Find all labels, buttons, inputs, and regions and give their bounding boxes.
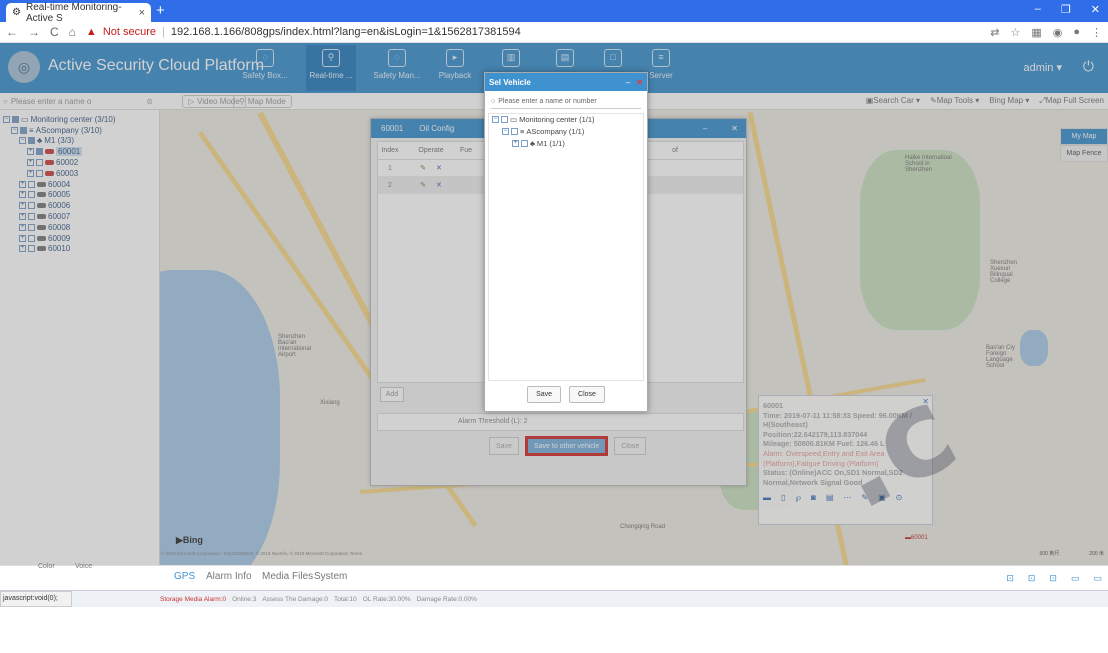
tree-node-group[interactable]: + ♣ M1 (1/1): [492, 137, 595, 149]
extension-icon[interactable]: ▦: [1031, 26, 1041, 39]
vehicle-tree-panel: [488, 113, 644, 381]
close-window-icon[interactable]: ✕: [1091, 3, 1100, 16]
lock-icon[interactable]: ⊡: [1049, 573, 1057, 584]
checkbox[interactable]: [521, 139, 528, 147]
select-vehicle-tree: − ▭ Monitoring center (1/1) − ≡ AScompany (1…: [492, 113, 595, 149]
window-icon[interactable]: ▭: [1093, 573, 1102, 584]
tab-media-files[interactable]: Media Files: [262, 571, 313, 582]
status-bar: Storage Media Alarm:0 Online:3 Assess Th…: [0, 590, 1108, 607]
close-tab-icon[interactable]: ×: [139, 7, 145, 19]
warning-icon: ▲: [85, 26, 97, 38]
tab-alarm-info[interactable]: Alarm Info: [206, 571, 252, 582]
vehicle-search-input[interactable]: ○ Please enter a name or number: [491, 95, 641, 109]
status-online: Online:3: [232, 595, 257, 603]
url-field[interactable]: ▲ Not secure | 192.168.1.166/808gps/inde…: [86, 26, 521, 38]
menu-icon[interactable]: ⋮: [1091, 26, 1102, 39]
translate-icon[interactable]: ⇄: [990, 26, 999, 39]
select-vehicle-title: Sel Vehicle: [489, 77, 531, 87]
expand-icon[interactable]: +: [512, 139, 519, 147]
status-total: Total:10: [333, 595, 357, 603]
tab-system[interactable]: System: [314, 571, 347, 582]
not-secure-label: Not secure: [102, 26, 157, 38]
close-button[interactable]: Close: [569, 386, 605, 403]
checkbox[interactable]: [511, 127, 518, 135]
maximize-icon[interactable]: ❐: [1061, 3, 1071, 16]
favicon-icon: ⚙: [12, 7, 21, 18]
bottom-tabs: Color Voice GPS Alarm Info Media Files S…: [0, 563, 1108, 590]
url-text: 192.168.1.166/808gps/index.html?lang=en&…: [170, 26, 521, 38]
browser-tab-bar: ⚙ Real-time Monitoring-Active S × + – ❐ …: [0, 0, 1108, 24]
extension-icon[interactable]: ◉: [1053, 26, 1063, 39]
bottom-actions: ⊡ ⊡ ⊡ ▭ ▭: [1006, 573, 1102, 584]
address-bar: ← → C ⌂ ▲ Not secure | 192.168.1.166/808…: [0, 22, 1108, 43]
window-icon[interactable]: ▭: [1071, 573, 1080, 584]
status-assess: Assess The Damage:0: [262, 595, 328, 603]
browser-tab-title: Real-time Monitoring-Active S: [25, 1, 122, 24]
search-icon: ○: [491, 98, 496, 105]
collapse-icon[interactable]: −: [502, 127, 509, 135]
company-icon: ≡: [520, 126, 525, 136]
select-vehicle-dialog: Sel Vehicle – ✕ ○ Please enter a name or …: [484, 72, 648, 412]
checkbox[interactable]: [501, 115, 508, 123]
lock-icon[interactable]: ⊡: [1028, 573, 1036, 584]
home-icon[interactable]: ⌂: [69, 25, 76, 39]
status-ol-rate: OL Rate:30.00%: [362, 595, 411, 603]
status-media-alarm: Storage Media Alarm:0: [160, 595, 227, 603]
tab-gps[interactable]: GPS: [174, 571, 195, 582]
tab-color[interactable]: Color: [38, 563, 55, 570]
minimize-icon[interactable]: –: [626, 78, 630, 87]
collapse-icon[interactable]: −: [492, 115, 499, 123]
tree-node-monitoring-center[interactable]: − ▭ Monitoring center (1/1): [492, 113, 595, 125]
select-vehicle-header: Sel Vehicle – ✕: [485, 73, 647, 91]
status-damage-rate: Damage Rate:0.00%: [416, 595, 477, 603]
lock-icon[interactable]: ⊡: [1006, 573, 1014, 584]
new-tab-icon[interactable]: +: [156, 2, 165, 19]
monitor-icon: ▭: [510, 114, 518, 124]
group-icon: ♣: [530, 138, 535, 148]
window-controls: – ❐ ✕: [1035, 3, 1100, 16]
profile-icon[interactable]: ●: [1073, 26, 1080, 39]
bookmark-star-icon[interactable]: ☆: [1010, 26, 1020, 39]
tab-voice[interactable]: Voice: [75, 563, 92, 570]
forward-icon[interactable]: →: [28, 25, 40, 39]
minimize-icon[interactable]: –: [1035, 3, 1041, 16]
reload-icon[interactable]: C: [50, 25, 59, 39]
link-preview: javascript:void(0);: [0, 591, 72, 607]
back-icon[interactable]: ←: [6, 25, 18, 39]
browser-tab[interactable]: ⚙ Real-time Monitoring-Active S ×: [6, 1, 151, 24]
tree-node-company[interactable]: − ≡ AScompany (1/1): [492, 125, 595, 137]
save-button[interactable]: Save: [527, 386, 562, 403]
close-icon[interactable]: ✕: [636, 78, 643, 87]
select-vehicle-buttons: Save Close: [485, 386, 647, 403]
